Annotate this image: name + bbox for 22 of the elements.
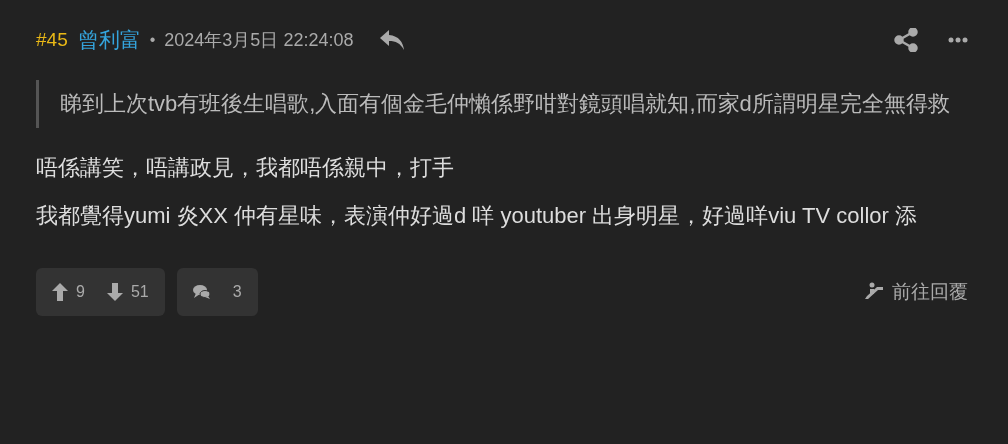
separator-dot: • bbox=[149, 31, 156, 49]
up-arrow-icon bbox=[52, 283, 68, 301]
more-button[interactable] bbox=[948, 37, 968, 43]
post-text: 我都覺得yumi 炎XX 仲有星味，表演仲好過d 咩 youtuber 出身明星，好過咩viu TV collor 添 bbox=[36, 202, 918, 230]
author-name[interactable]: 曾利富 bbox=[77, 26, 141, 54]
share-button[interactable] bbox=[894, 28, 918, 52]
share-icon bbox=[894, 28, 918, 52]
downvote-button[interactable]: 51 bbox=[106, 283, 149, 301]
post-text: 唔係講笑，唔講政見，我都唔係親中，打手 bbox=[36, 154, 455, 182]
reply-button[interactable] bbox=[379, 29, 406, 51]
reply-icon bbox=[379, 29, 406, 51]
down-arrow-icon bbox=[106, 283, 123, 301]
upvote-button[interactable]: 9 bbox=[52, 283, 85, 301]
speech-bubbles-icon bbox=[192, 284, 211, 300]
escalator-icon bbox=[864, 282, 884, 302]
post-number: #45 bbox=[36, 29, 68, 51]
go-to-reply-link[interactable]: 前往回覆 bbox=[864, 279, 968, 305]
timestamp: 2024年3月5日 22:24:08 bbox=[164, 29, 354, 52]
replies-button[interactable]: 3 bbox=[176, 268, 258, 316]
more-icon bbox=[948, 37, 968, 43]
quoted-text: 睇到上次tvb有班後生唱歌,入面有個金毛仲懶係野咁對鏡頭唱就知,而家d所謂明星完全無得救 bbox=[60, 90, 951, 118]
reply-count: 3 bbox=[232, 283, 242, 301]
